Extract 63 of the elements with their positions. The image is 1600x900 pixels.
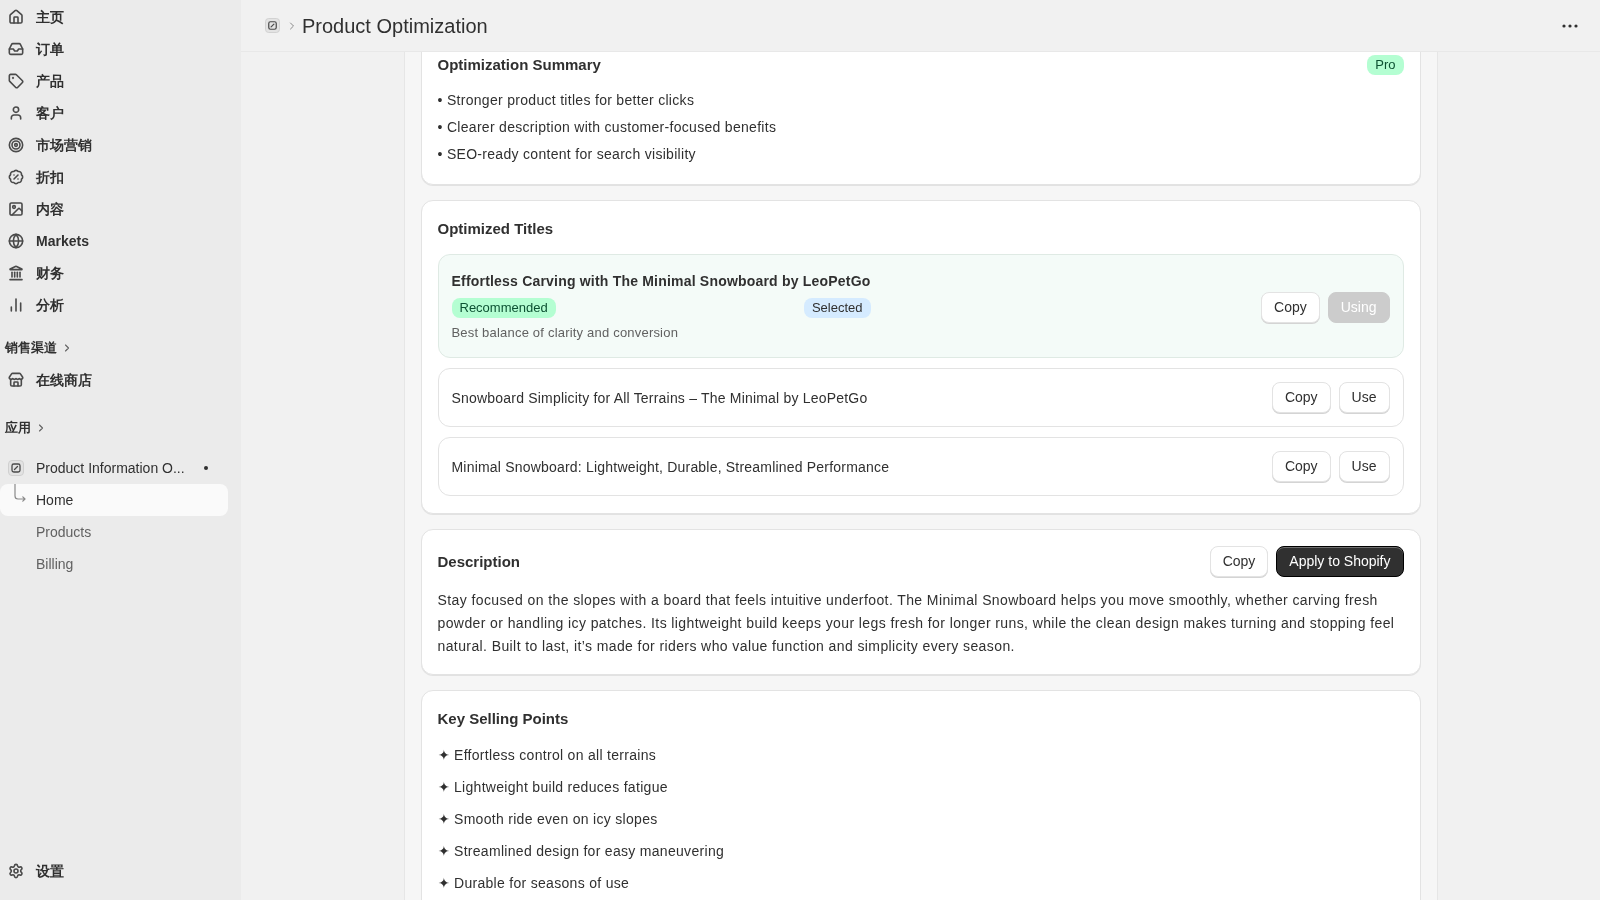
summary-point: • Clearer description with customer-focused benefits <box>437 118 778 137</box>
selling-point: ✦ Smooth ride even on icy slopes <box>437 810 659 829</box>
app-icon[interactable] <box>265 18 280 33</box>
selling-point: ✦ Lightweight build reduces fatigue <box>437 778 669 797</box>
plan-badge: Pro <box>1367 55 1404 75</box>
title-text: Minimal Snowboard: Lightweight, Durable, Streamlined Performance <box>451 457 890 477</box>
app-subnav-item[interactable]: Billing <box>0 548 228 580</box>
summary-point: • Stronger product titles for better clicks <box>437 91 696 110</box>
nav-item[interactable]: 设置 <box>0 855 228 887</box>
card-title: Key Selling Points <box>437 709 570 729</box>
card-title: Description <box>437 551 520 572</box>
apply-button[interactable]: Apply to Shopify <box>1276 546 1404 577</box>
copy-button[interactable]: Copy <box>1209 546 1269 577</box>
copy-button[interactable]: Copy <box>1271 451 1331 482</box>
globe-icon <box>8 233 24 249</box>
status-badge: Selected <box>803 298 871 318</box>
nav-item[interactable]: 分析 <box>0 289 228 321</box>
percent-badge-icon <box>8 169 24 185</box>
nav-item[interactable]: Markets <box>0 225 228 257</box>
status-badge: Recommended <box>451 298 556 318</box>
card-title: Optimized Titles <box>437 219 555 239</box>
title-text: Snowboard Simplicity for All Terrains – The Minimal by LeoPetGo <box>451 388 868 408</box>
app-subnav-item[interactable]: Products <box>0 516 228 548</box>
nav-item[interactable]: 市场营销 <box>0 129 228 161</box>
nav-item[interactable]: 客户 <box>0 97 228 129</box>
summary-point: • SEO-ready content for search visibility <box>437 145 697 164</box>
copy-button[interactable]: Copy <box>1261 291 1320 323</box>
nav-item[interactable]: 主页 <box>0 1 228 33</box>
use-button[interactable]: Use <box>1338 382 1390 413</box>
nav-item[interactable]: 内容 <box>0 193 228 225</box>
app-subnav-item[interactable]: Home <box>0 484 228 516</box>
card-title: Optimization Summary <box>437 55 601 75</box>
use-button[interactable]: Use <box>1338 451 1390 482</box>
app-nav-item[interactable]: Product Information O... <box>0 452 228 484</box>
dot-icon <box>204 466 208 470</box>
nav-item[interactable]: 财务 <box>0 257 228 289</box>
bar-chart-icon <box>8 297 24 313</box>
home-icon <box>8 9 24 25</box>
more-icon <box>1562 23 1578 28</box>
tree-connector-icon <box>13 484 27 502</box>
selling-point: ✦ Durable for seasons of use <box>437 874 631 893</box>
section-link[interactable]: 应用 <box>0 416 47 440</box>
nav-item[interactable]: 产品 <box>0 65 228 97</box>
selling-point: ✦ Effortless control on all terrains <box>437 746 658 765</box>
copy-button[interactable]: Copy <box>1271 382 1331 413</box>
selling-point: ✦ Streamlined design for easy maneuvering <box>437 842 726 861</box>
app-icon <box>8 460 24 476</box>
tag-icon <box>8 73 24 89</box>
description-text: Stay focused on the slopes with a board that feels intuitive underfoot. The Minimal Snowboard helps you move smoothly, whether carving fresh powder or handling icy patches. Its lightweight build keeps your legs fresh for longer runs, while the clean design makes turning and stopping feel natural. Built to last, it’s made for riders who value function and simplicity every season. <box>437 591 1396 656</box>
section-link[interactable]: 销售渠道 <box>0 336 73 360</box>
inbox-icon <box>8 41 24 57</box>
store-icon <box>8 372 24 388</box>
person-icon <box>8 105 24 121</box>
option-note: Best balance of clarity and conversion <box>451 324 680 342</box>
nav-item[interactable]: 订单 <box>0 33 228 65</box>
image-icon <box>8 201 24 217</box>
settings-icon <box>8 863 24 879</box>
page-title: Product Optimization <box>302 13 488 39</box>
bank-icon <box>8 265 24 281</box>
target-icon <box>8 137 24 153</box>
nav-item[interactable]: 折扣 <box>0 161 228 193</box>
title-text: Effortless Carving with The Minimal Snowboard by LeoPetGo <box>451 272 871 291</box>
nav-item[interactable]: 在线商店 <box>0 364 228 396</box>
